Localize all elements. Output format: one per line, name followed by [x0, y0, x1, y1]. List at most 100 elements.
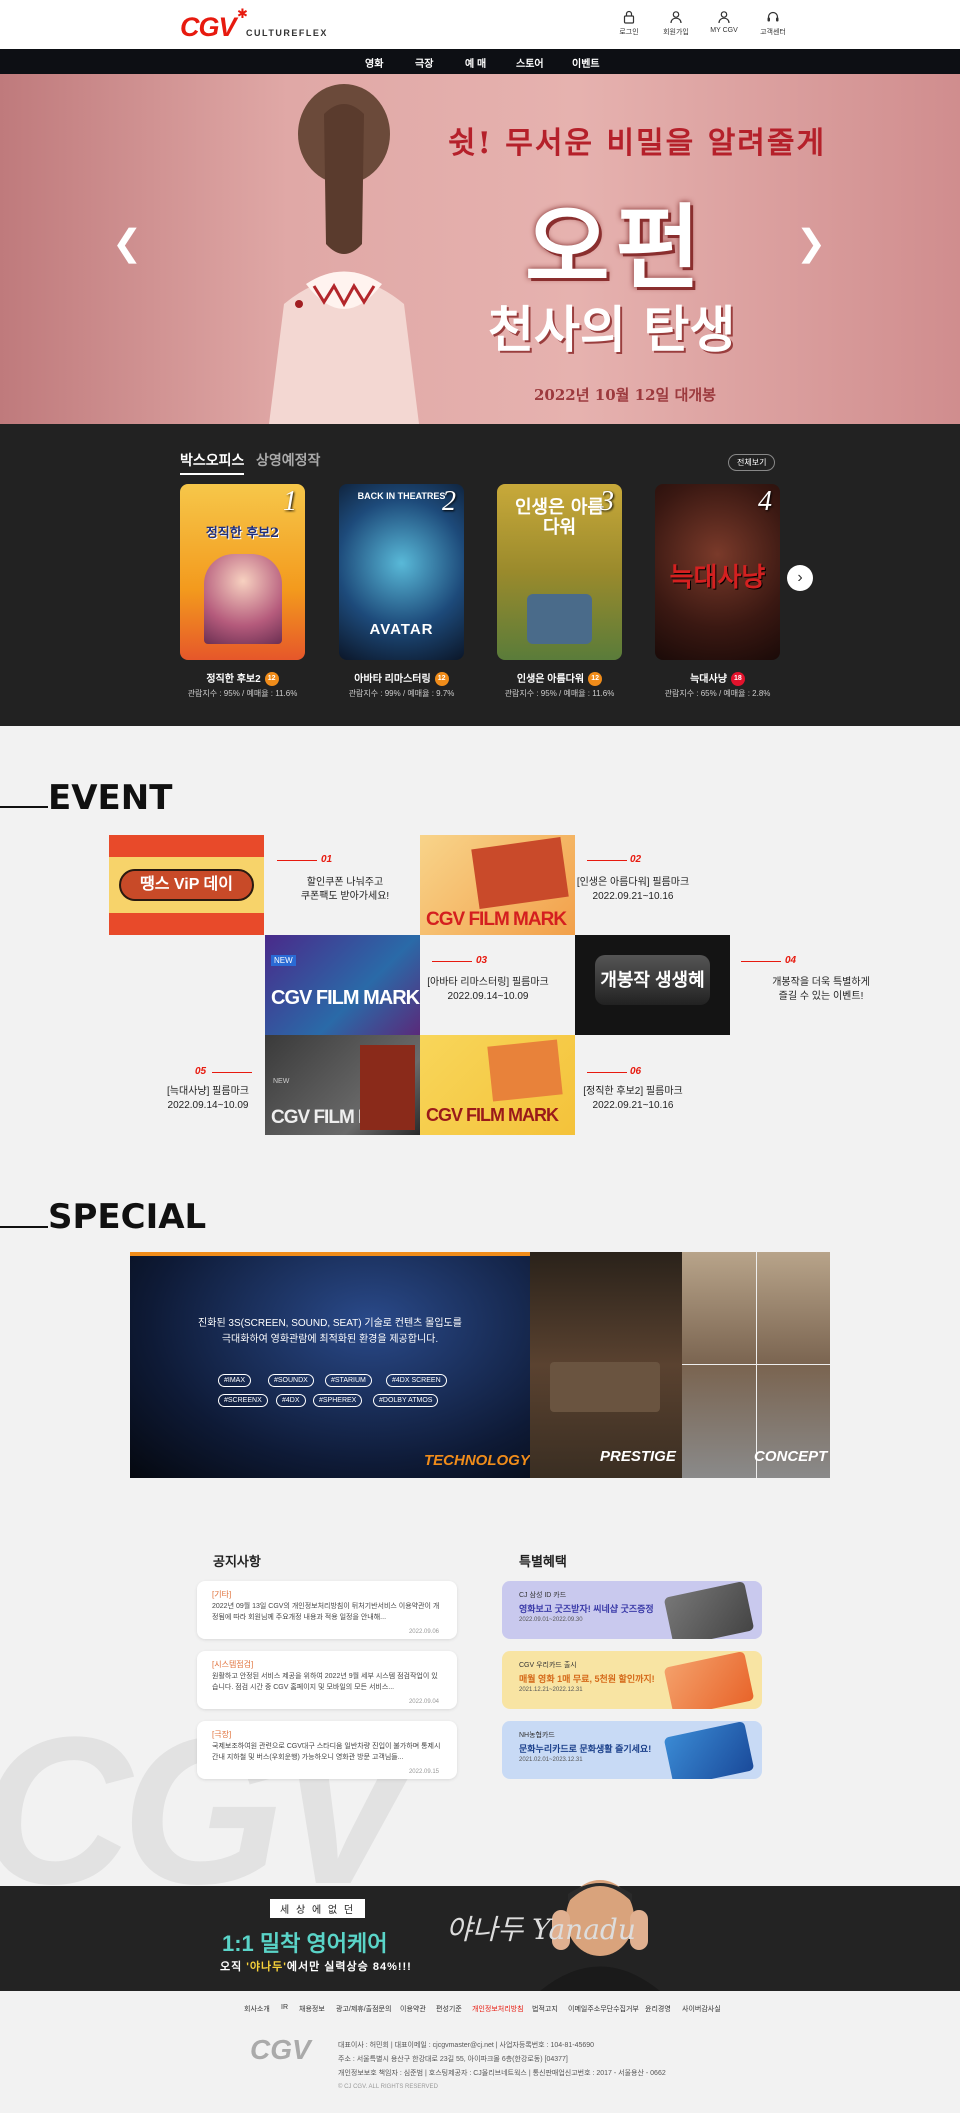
footer-link[interactable]: 회사소개: [244, 2004, 270, 2014]
special-tag[interactable]: #DOLBY ATMOS: [373, 1394, 439, 1407]
movie-title[interactable]: 늑대사냥 18: [655, 670, 780, 687]
event-thumb-filmmark[interactable]: CGV FILM MARK: [420, 1035, 575, 1135]
nav-theater[interactable]: 극장: [415, 55, 433, 70]
cgv-logo[interactable]: CGV ✱ CULTUREFLEX: [180, 6, 326, 42]
footer-copyright: © CJ CGV. ALL RIGHTS RESERVED: [338, 2084, 438, 2090]
event-text[interactable]: [인생은 아름다워] 필름마크 2022.09.21~10.16: [563, 876, 703, 904]
benefit-headline: 문화누리카드로 문화생활 즐기세요!: [519, 1744, 652, 1754]
tab-boxoffice[interactable]: 박스오피스: [180, 450, 245, 475]
new-badge: NEW: [271, 955, 296, 966]
thumb-film: [487, 1039, 563, 1102]
event-number: 01: [321, 854, 333, 865]
movie-poster[interactable]: 인생은 아름다워 3: [497, 484, 622, 660]
technology-panel[interactable]: 진화된 3S(SCREEN, SOUND, SEAT) 기술로 컨텐츠 몰입도를…: [130, 1252, 530, 1478]
event-thumb-filmmark[interactable]: NEW CGV FILM MARK: [265, 935, 420, 1035]
signup-label: 회원가입: [663, 29, 689, 36]
movie-title[interactable]: 인생은 아름다워 12: [497, 670, 622, 687]
tab-upcoming[interactable]: 상영예정작: [256, 450, 320, 470]
special-tag[interactable]: #IMAX: [218, 1374, 252, 1387]
movie-poster[interactable]: BACK IN THEATRES AVATAR 2: [339, 484, 464, 660]
special-tag[interactable]: #STARIUM: [325, 1374, 372, 1387]
ad-sub-suffix: 에서만 실력상승 84%!!!: [286, 1961, 412, 1973]
event-text[interactable]: 개봉작을 더욱 특별하게 즐길 수 있는 이벤트!: [751, 976, 891, 1004]
event-text[interactable]: 할인쿠폰 나눠주고 쿠폰팩도 받아가세요!: [275, 876, 415, 904]
footer-link[interactable]: 채용정보: [299, 2004, 325, 2014]
benefit-item[interactable]: NH농협카드 문화누리카드로 문화생활 즐기세요! 2021.02.01~202…: [502, 1721, 762, 1779]
event-text[interactable]: [늑대사냥] 필름마크 2022.09.14~10.09: [138, 1085, 278, 1113]
customer-center-button[interactable]: 고객센터: [748, 10, 798, 42]
card-image: [663, 1651, 755, 1709]
special-tag[interactable]: #SPHEREX: [313, 1394, 363, 1407]
benefit-card-name: CJ 삼성 ID 카드: [519, 1592, 567, 1599]
notice-item[interactable]: [시스템점검] 원활하고 안정된 서비스 제공을 위하여 2022년 9월 세부…: [197, 1651, 457, 1709]
hero-tagline: 쉿! 무서운 비밀을 알려줄게: [448, 126, 827, 161]
event-thumb-filmmark[interactable]: CGV FILM MARK: [420, 835, 575, 935]
movie-title-text: 아바타 리마스터링: [354, 674, 431, 685]
footer-link[interactable]: 이용약관: [400, 2004, 426, 2014]
thumb-label: CGV FILM MARK: [426, 1105, 559, 1125]
footer-link[interactable]: 법적고지: [532, 2004, 558, 2014]
nav-event[interactable]: 이벤트: [572, 55, 600, 70]
event-thumb-filmmark[interactable]: NEW CGV FILM MARK: [265, 1035, 420, 1135]
event-thumb-vip[interactable]: 땡스 ViP 데이: [109, 835, 264, 935]
movie-title-text: 인생은 아름다워: [516, 674, 585, 685]
nav-ticket[interactable]: 예 매: [465, 55, 486, 70]
event-text-line2: 즐길 수 있는 이벤트!: [778, 991, 864, 1002]
ad-subline: 오직 '야나두'에서만 실력상승 84%!!!: [220, 1958, 460, 1974]
footer-link[interactable]: 사이버감사실: [682, 2004, 721, 2014]
ad-sub-brand: '야나두': [246, 1961, 287, 1973]
age-badge: 12: [588, 672, 603, 687]
footer-link[interactable]: 광고/제휴/출점문의: [336, 2004, 391, 2014]
footer-info-line1: 대표이사 : 허민회 | 대표이메일 : cjcgvmaster@cj.net …: [338, 2042, 595, 2049]
benefit-headline: 매월 영화 1매 무료, 5천원 할인까지!: [519, 1674, 655, 1684]
mycgv-button[interactable]: MY CGV: [699, 10, 749, 42]
special-tag[interactable]: #SOUNDX: [268, 1374, 314, 1387]
movie-title[interactable]: 정직한 후보2 12: [180, 670, 305, 687]
footer-link[interactable]: 이메일주소무단수집거부: [568, 2004, 639, 2014]
event-red-line: [277, 860, 317, 861]
ad-banner[interactable]: 세 상 에 없 던 1:1 밀착 영어케어 오직 '야나두'에서만 실력상승 8…: [0, 1880, 960, 1991]
login-button[interactable]: 로그인: [604, 10, 654, 42]
notice-category: [시스템점검]: [212, 1660, 254, 1669]
movie-title[interactable]: 아바타 리마스터링 12: [339, 670, 464, 687]
special-tag[interactable]: #4DX: [276, 1394, 306, 1407]
thumb-band: [109, 913, 264, 935]
boxoffice-next-icon[interactable]: ›: [787, 565, 813, 591]
notice-item[interactable]: [기타] 2022년 09월 13일 CGV의 개인정보처리방침이 뒤처기반서비…: [197, 1581, 457, 1639]
concept-panel[interactable]: CONCEPT: [682, 1252, 830, 1478]
footer-link-privacy[interactable]: 개인정보처리방침: [472, 2004, 524, 2014]
age-badge: 12: [264, 672, 279, 687]
movie-rank: 2: [442, 486, 456, 517]
event-text[interactable]: [아바타 리마스터링] 필름마크 2022.09.14~10.09: [418, 976, 558, 1004]
poster-title: 늑대사냥: [669, 563, 766, 593]
event-text[interactable]: [정직한 후보2] 필름마크 2022.09.21~10.16: [563, 1085, 703, 1113]
hero-prev-icon[interactable]: ❮: [112, 222, 142, 264]
signup-button[interactable]: 회원가입: [651, 10, 701, 42]
footer-link[interactable]: 편성기준: [436, 2004, 462, 2014]
nav-movie[interactable]: 영화: [365, 55, 383, 70]
nav-store[interactable]: 스토어: [516, 55, 544, 70]
concept-divider: [756, 1252, 757, 1478]
movie-poster[interactable]: 늑대사냥 4: [655, 484, 780, 660]
special-tag[interactable]: #SCREENX: [218, 1394, 268, 1407]
hero-subtitle: 천사의 탄생: [488, 300, 736, 359]
prestige-panel[interactable]: PRESTIGE: [530, 1252, 682, 1478]
event-thumb-premiere[interactable]: 개봉작 생생혜: [575, 935, 730, 1035]
benefit-period: 2021.12.21~2022.12.31: [519, 1687, 583, 1693]
view-all-button[interactable]: 전체보기: [728, 454, 776, 471]
hero-next-icon[interactable]: ❯: [796, 222, 826, 264]
benefit-item[interactable]: CGV 우리카드 출시 매월 영화 1매 무료, 5천원 할인까지! 2021.…: [502, 1651, 762, 1709]
special-tag[interactable]: #4DX SCREEN: [386, 1374, 447, 1387]
footer-link[interactable]: IR: [281, 2004, 288, 2011]
benefit-card-name: CGV 우리카드 출시: [519, 1662, 577, 1669]
special-desc-line2: 극대화하여 영화관람에 최적화된 환경을 제공합니다.: [221, 1334, 439, 1345]
benefit-item[interactable]: CJ 삼성 ID 카드 영화보고 굿즈받자! 씨네샵 굿즈증정 2022.09.…: [502, 1581, 762, 1639]
event-red-line: [212, 1072, 252, 1073]
notice-item[interactable]: [극장] 국제보조하여원 관련으로 CGV대구 스타디움 일반차량 진입이 불가…: [197, 1721, 457, 1779]
thumb-label: 개봉작 생생혜: [595, 955, 710, 1005]
footer-info-line2: 주소 : 서울특별시 용산구 한강대로 23길 55, 아이파크몰 6층(한강로…: [338, 2056, 568, 2063]
footer-info-line3: 개인정보보호 책임자 : 심준범 | 호스팅제공자 : CJ올리브네트웍스 | …: [338, 2070, 666, 2077]
footer-link[interactable]: 윤리경영: [645, 2004, 671, 2014]
movie-poster[interactable]: 정직한 후보2 1: [180, 484, 305, 660]
event-text-line1: [정직한 후보2] 필름마크: [583, 1086, 683, 1097]
